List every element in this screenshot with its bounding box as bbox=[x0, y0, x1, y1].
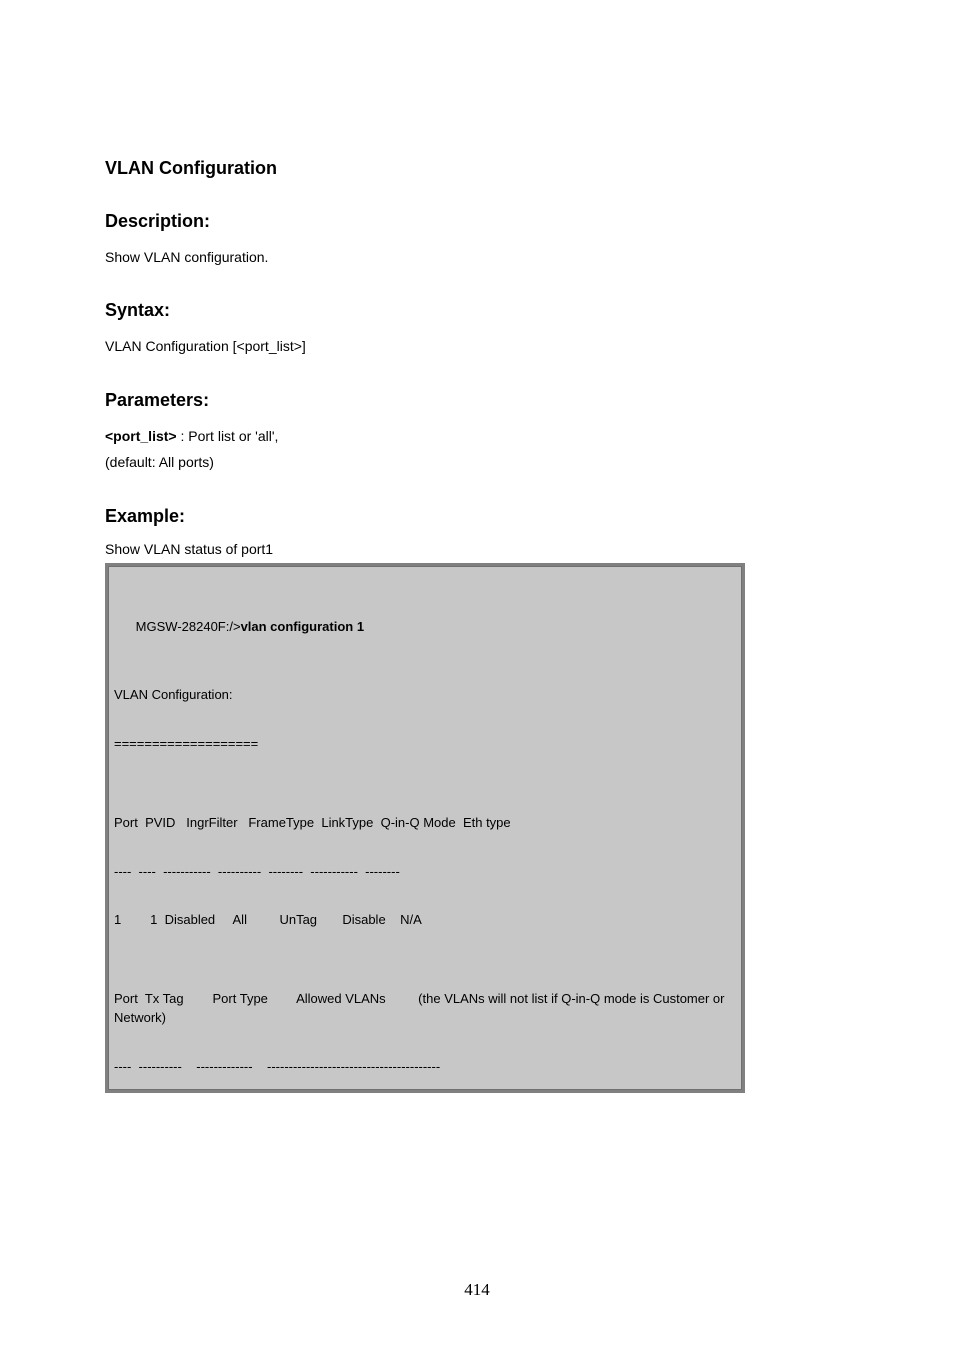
parameter-default: (default: All ports) bbox=[105, 451, 894, 473]
heading-description: Description: bbox=[105, 211, 894, 232]
code-output-line: 1 1 Disabled All UnTag Disable N/A bbox=[114, 911, 736, 930]
syntax-text: VLAN Configuration [<port_list>] bbox=[105, 335, 894, 357]
code-output-line: =================== bbox=[114, 735, 736, 754]
code-output-line: ---- ---- ----------- ---------- -------… bbox=[114, 863, 736, 882]
document-page: VLAN Configuration Description: Show VLA… bbox=[0, 0, 954, 1350]
code-output-line: Port PVID IngrFilter FrameType LinkType … bbox=[114, 814, 736, 833]
heading-example: Example: bbox=[105, 506, 894, 527]
page-number: 414 bbox=[0, 1280, 954, 1300]
code-prompt: MGSW-28240F:/> bbox=[136, 619, 241, 634]
heading-page-title: VLAN Configuration bbox=[105, 158, 894, 179]
heading-parameters: Parameters: bbox=[105, 390, 894, 411]
code-output-box: MGSW-28240F:/>vlan configuration 1 VLAN … bbox=[105, 563, 745, 1093]
code-output-line: Port Tx Tag Port Type Allowed VLANs (the… bbox=[114, 990, 736, 1028]
code-command-line: MGSW-28240F:/>vlan configuration 1 bbox=[114, 600, 736, 657]
code-output-line: VLAN Configuration: bbox=[114, 686, 736, 705]
code-output-line: ---- ---------- ------------- ----------… bbox=[114, 1058, 736, 1077]
parameter-line: <port_list> : Port list or 'all', bbox=[105, 425, 894, 447]
example-intro: Show VLAN status of port1 bbox=[105, 541, 894, 557]
code-command: vlan configuration 1 bbox=[241, 619, 365, 634]
heading-syntax: Syntax: bbox=[105, 300, 894, 321]
description-text: Show VLAN configuration. bbox=[105, 246, 894, 268]
parameter-description: : Port list or 'all', bbox=[180, 428, 278, 444]
parameter-name: <port_list> bbox=[105, 428, 177, 444]
